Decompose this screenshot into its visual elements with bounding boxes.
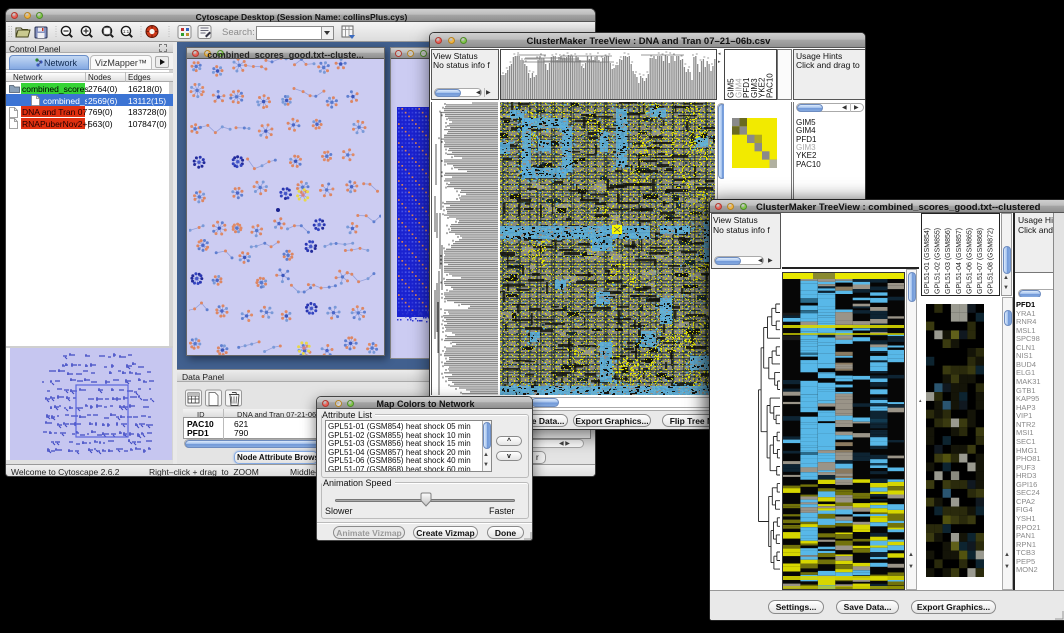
- svg-text:GPL51-08 (GSM872): GPL51-08 (GSM872): [988, 228, 995, 294]
- svg-text:GPL51-04 (GSM857): GPL51-04 (GSM857): [956, 228, 963, 294]
- svg-text:GPL51-01 (GSM854): GPL51-01 (GSM854): [924, 228, 931, 294]
- svg-text:PAC10: PAC10: [766, 73, 775, 98]
- svg-text:GPL51-06 (GSM865): GPL51-06 (GSM865): [966, 228, 973, 294]
- svg-text:GPL51-03 (GSM856): GPL51-03 (GSM856): [945, 228, 952, 294]
- svg-text:GPL51-07 (GSM868): GPL51-07 (GSM868): [977, 228, 984, 294]
- svg-text:1:1: 1:1: [123, 29, 130, 34]
- svg-text:GPL51-02 (GSM855): GPL51-02 (GSM855): [935, 228, 942, 294]
